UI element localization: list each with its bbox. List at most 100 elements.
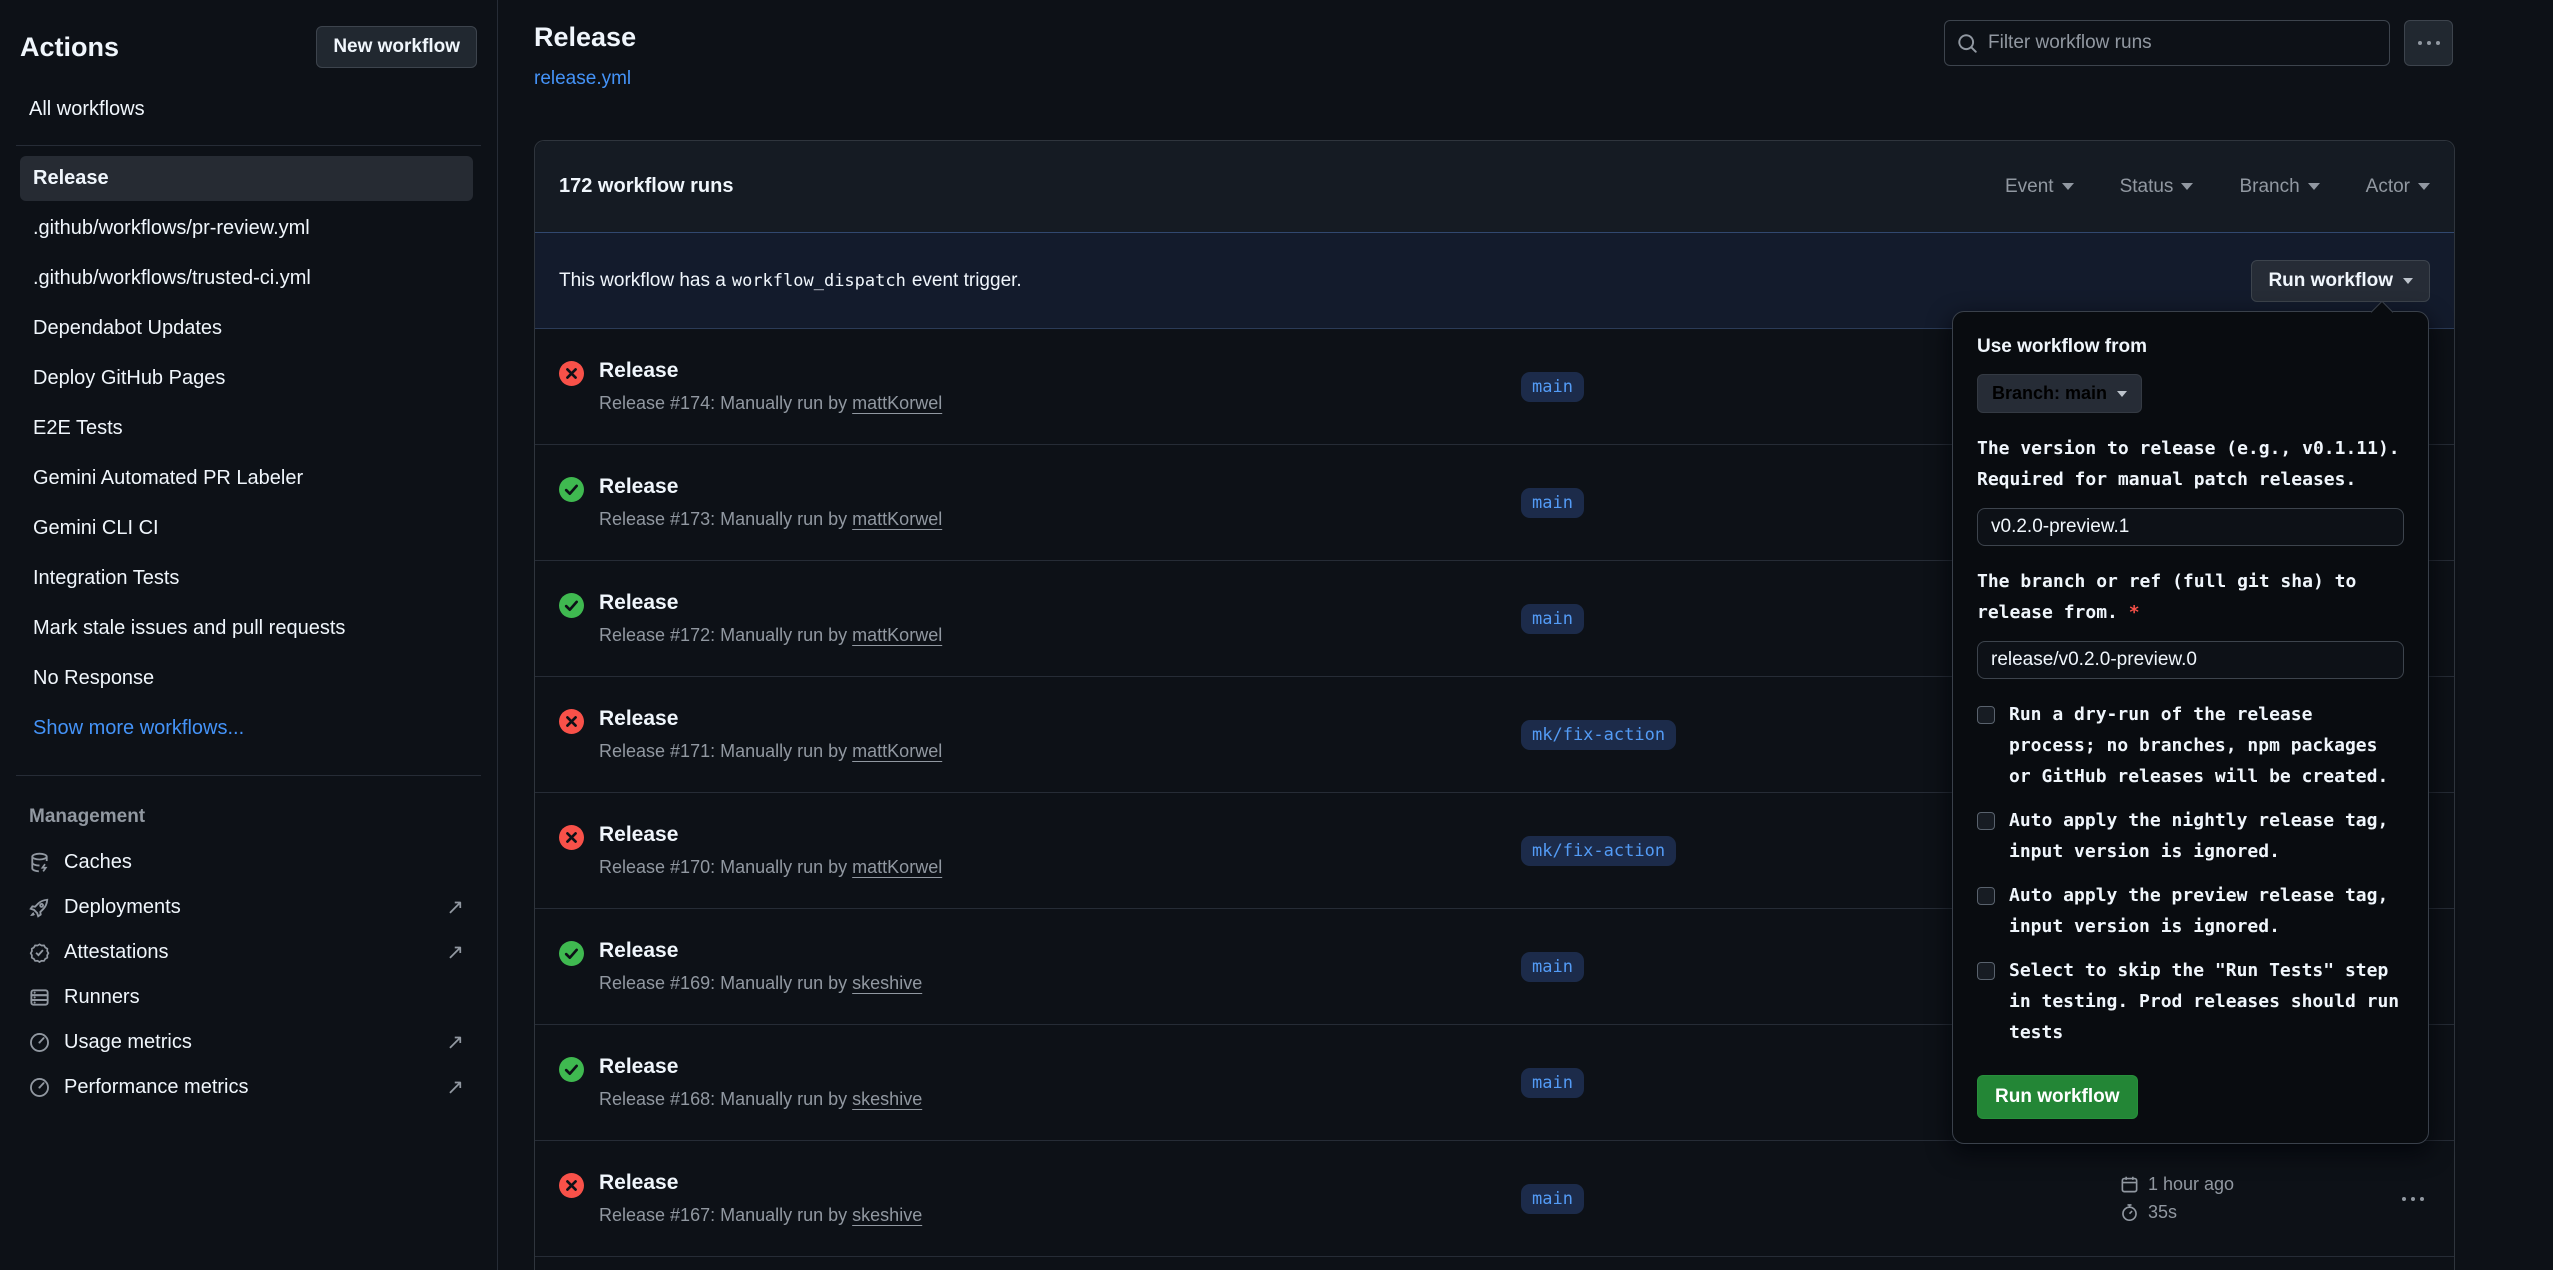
failure-status-icon <box>559 1173 584 1198</box>
run-workflow-dropdown-button[interactable]: Run workflow <box>2251 260 2430 302</box>
actor-link[interactable]: mattKorwel <box>852 509 942 529</box>
run-workflow-popover: Use workflow from Branch: main The versi… <box>1952 311 2429 1144</box>
run-description: Release #171: Manually run by mattKorwel <box>599 741 942 762</box>
run-workflow-submit-button[interactable]: Run workflow <box>1977 1075 2138 1119</box>
sidebar-workflow-item[interactable]: Mark stale issues and pull requests <box>20 606 473 651</box>
popover-field: The version to release (e.g., v0.1.11). … <box>1977 433 2404 546</box>
filter-runs-searchbox[interactable] <box>1944 20 2390 66</box>
required-asterisk: * <box>2118 602 2140 623</box>
branch-badge[interactable]: mk/fix-action <box>1521 720 1676 750</box>
external-link-arrow-icon: ↗ <box>446 942 464 963</box>
management-list: Caches Deployments ↗ <box>0 840 497 1110</box>
actor-link[interactable]: skeshive <box>852 1205 922 1225</box>
run-title: Release <box>599 359 942 383</box>
sidebar-workflow-item[interactable]: No Response <box>20 656 473 701</box>
run-title: Release <box>599 591 942 615</box>
success-status-icon <box>559 477 584 502</box>
workflow-file-link[interactable]: release.yml <box>534 68 631 90</box>
filter-event[interactable]: Event <box>2005 176 2074 198</box>
page-title: Release <box>534 22 636 53</box>
run-title: Release <box>599 939 922 963</box>
actor-link[interactable]: mattKorwel <box>852 393 942 413</box>
sidebar-workflow-item[interactable]: Gemini CLI CI <box>20 506 473 551</box>
run-title: Release <box>599 1171 922 1195</box>
actor-link[interactable]: mattKorwel <box>852 857 942 877</box>
actor-link[interactable]: skeshive <box>852 973 922 993</box>
workflow-run-row[interactable]: Release Release #167: Manually run by sk… <box>535 1141 2454 1257</box>
sidebar-management-item[interactable]: Usage metrics ↗ <box>20 1020 473 1065</box>
popover-field: The branch or ref (full git sha) to rele… <box>1977 566 2404 679</box>
actor-link[interactable]: mattKorwel <box>852 625 942 645</box>
filter-runs-input[interactable] <box>1988 32 2377 54</box>
chevron-down-icon <box>2418 183 2430 190</box>
runs-card-header: 172 workflow runs Event Status Branch Ac… <box>535 141 2454 233</box>
field-input[interactable] <box>1977 641 2404 679</box>
run-description: Release #167: Manually run by skeshive <box>599 1205 922 1226</box>
filter-branch[interactable]: Branch <box>2239 176 2319 198</box>
sidebar-workflow-item[interactable]: Deploy GitHub Pages <box>20 356 473 401</box>
field-description: The version to release (e.g., v0.1.11). … <box>1977 433 2404 495</box>
branch-badge[interactable]: main <box>1521 488 1584 518</box>
popover-checkboxes: Run a dry-run of the release process; no… <box>1977 699 2404 1048</box>
run-filters: Event Status Branch Actor <box>2005 176 2430 198</box>
run-description: Release #173: Manually run by mattKorwel <box>599 509 942 530</box>
checkbox[interactable] <box>1977 812 1995 830</box>
cache-icon <box>29 852 50 873</box>
sidebar-management-item[interactable]: Performance metrics ↗ <box>20 1065 473 1110</box>
branch-badge[interactable]: mk/fix-action <box>1521 836 1676 866</box>
sidebar-workflow-item[interactable]: .github/workflows/pr-review.yml <box>20 206 473 251</box>
sidebar-title: Actions <box>20 32 119 63</box>
sidebar-workflow-item[interactable]: .github/workflows/trusted-ci.yml <box>20 256 473 301</box>
checkbox[interactable] <box>1977 887 1995 905</box>
sidebar-management-item[interactable]: Runners <box>20 975 473 1020</box>
sidebar-workflow-item[interactable]: Gemini Automated PR Labeler <box>20 456 473 501</box>
success-status-icon <box>559 941 584 966</box>
checkbox[interactable] <box>1977 962 1995 980</box>
run-options-kebab-button[interactable] <box>2396 1187 2430 1211</box>
actor-link[interactable]: mattKorwel <box>852 741 942 761</box>
branch-badge[interactable]: main <box>1521 952 1584 982</box>
sidebar-item-all-workflows[interactable]: All workflows <box>29 98 477 121</box>
run-description: Release #168: Manually run by skeshive <box>599 1089 922 1110</box>
sidebar-workflow-item[interactable]: Dependabot Updates <box>20 306 473 351</box>
sidebar-divider <box>16 775 481 776</box>
checkbox-label: Auto apply the nightly release tag, inpu… <box>2009 805 2388 867</box>
branch-badge[interactable]: main <box>1521 1184 1584 1214</box>
banner-text: This workflow has aworkflow_dispatcheven… <box>559 270 1022 292</box>
search-icon <box>1957 33 1978 54</box>
new-workflow-button[interactable]: New workflow <box>316 26 477 68</box>
filter-actor[interactable]: Actor <box>2366 176 2430 198</box>
workflow-list: Release .github/workflows/pr-review.yml .g… <box>0 146 497 751</box>
run-meta: 1 hour ago 35s <box>2120 1174 2396 1223</box>
popover-fields: The version to release (e.g., v0.1.11). … <box>1977 433 2404 679</box>
sidebar-workflow-item[interactable]: E2E Tests <box>20 406 473 451</box>
server-icon <box>29 987 50 1008</box>
filter-status[interactable]: Status <box>2120 176 2194 198</box>
rocket-icon <box>29 897 50 918</box>
workflow-options-kebab-button[interactable] <box>2404 20 2453 66</box>
run-title: Release <box>599 707 942 731</box>
meter-icon <box>29 1077 50 1098</box>
run-description: Release #172: Manually run by mattKorwel <box>599 625 942 646</box>
field-input[interactable] <box>1977 508 2404 546</box>
branch-badge[interactable]: main <box>1521 604 1584 634</box>
runs-count: 172 workflow runs <box>559 175 734 198</box>
sidebar-workflow-item[interactable]: Integration Tests <box>20 556 473 601</box>
popover-heading: Use workflow from <box>1977 336 2404 358</box>
sidebar-management-item[interactable]: Deployments ↗ <box>20 885 473 930</box>
sidebar-item-label: Caches <box>64 851 132 874</box>
checkbox[interactable] <box>1977 706 1995 724</box>
popover-checkbox-item: Auto apply the nightly release tag, inpu… <box>1977 805 2404 867</box>
branch-badge[interactable]: main <box>1521 1068 1584 1098</box>
sidebar-item-label: Usage metrics <box>64 1031 192 1054</box>
sidebar-show-more-workflows[interactable]: Show more workflows... <box>20 706 473 751</box>
chevron-down-icon <box>2308 183 2320 190</box>
sidebar-workflow-item[interactable]: Release <box>20 156 473 201</box>
branch-selector-button[interactable]: Branch: main <box>1977 374 2142 413</box>
failure-status-icon <box>559 709 584 734</box>
sidebar-management-item[interactable]: Attestations ↗ <box>20 930 473 975</box>
branch-badge[interactable]: main <box>1521 372 1584 402</box>
actor-link[interactable]: skeshive <box>852 1089 922 1109</box>
sidebar-management-item[interactable]: Caches <box>20 840 473 885</box>
run-description: Release #169: Manually run by skeshive <box>599 973 922 994</box>
